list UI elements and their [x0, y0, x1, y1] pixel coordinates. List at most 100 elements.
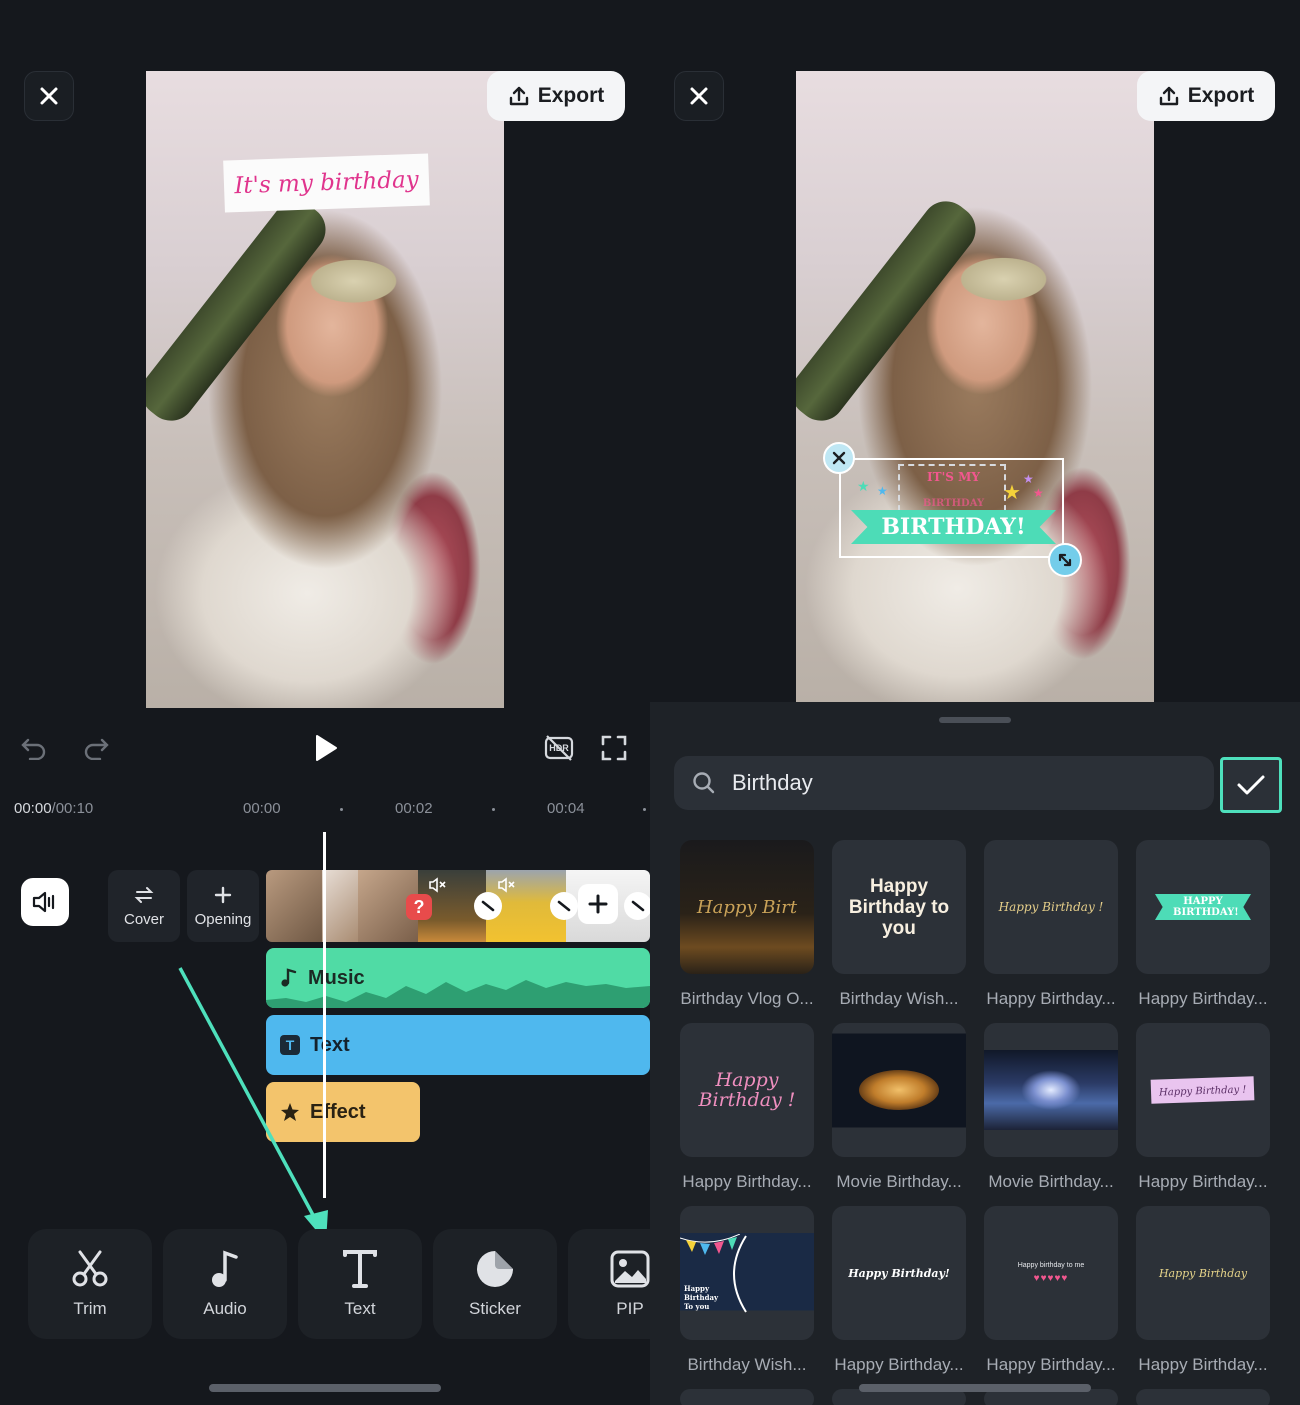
confirm-button[interactable]: [1220, 757, 1282, 813]
upload-icon: [1159, 86, 1178, 106]
star-icon: ★: [1023, 472, 1034, 486]
fullscreen-button[interactable]: [597, 731, 631, 765]
template-label: Happy Birthday...: [1138, 1355, 1268, 1374]
template-card[interactable]: Happy Birt: [680, 840, 814, 974]
time-readout: 00:00/00:10: [14, 800, 93, 817]
sticker-delete-button[interactable]: [823, 442, 855, 474]
fullscreen-icon: [601, 735, 627, 761]
template-card[interactable]: Happy Birthday !: [1136, 1023, 1270, 1157]
muted-clip-icon: [497, 876, 517, 894]
hearts-graphic: ♥♥♥♥♥: [1033, 1273, 1069, 1284]
home-indicator: [209, 1384, 441, 1392]
transition-button[interactable]: [624, 892, 650, 920]
cover-label: Cover: [123, 910, 164, 928]
transition-icon: [631, 900, 645, 912]
template-card[interactable]: Happy birthday to me ♥♥♥♥♥: [984, 1206, 1118, 1340]
play-button[interactable]: [310, 732, 342, 764]
template-preview-text: Happy Birthday !: [1159, 1084, 1247, 1099]
transition-icon: [557, 900, 571, 912]
current-time: 00:00: [14, 800, 52, 817]
template-card[interactable]: Happy Birthday!: [832, 1206, 966, 1340]
search-bar[interactable]: Birthday: [674, 756, 1214, 810]
template-preview-text: Happy Birthday: [1158, 1266, 1248, 1280]
tick-dot: [492, 808, 495, 811]
text-overlay[interactable]: It's my birthday: [223, 153, 430, 213]
template-label: Birthday Wish...: [687, 1355, 807, 1374]
question-badge[interactable]: ?: [406, 894, 432, 920]
export-button[interactable]: Export: [1137, 71, 1275, 121]
template-thumbnail: [1021, 1070, 1081, 1110]
plus-icon: [214, 886, 232, 903]
sticker-tool[interactable]: Sticker: [433, 1229, 557, 1339]
sticker-label: Sticker: [469, 1299, 521, 1318]
transition-button[interactable]: [474, 892, 502, 920]
template-card[interactable]: Happy Birthday To you: [680, 1206, 814, 1340]
audio-tool[interactable]: Audio: [163, 1229, 287, 1339]
template-label: Birthday Wish...: [839, 989, 959, 1008]
mute-button[interactable]: [21, 878, 69, 926]
star-icon: ★: [877, 484, 888, 498]
template-preview-text: Happy Birt: [696, 896, 798, 918]
cover-button[interactable]: Cover: [108, 870, 180, 942]
hdr-toggle[interactable]: HDR: [541, 730, 577, 766]
template-card[interactable]: [984, 1023, 1118, 1157]
arc-graphic: [733, 1235, 747, 1313]
pip-label: PIP: [616, 1299, 644, 1318]
play-icon: [316, 735, 337, 761]
redo-button[interactable]: [80, 732, 112, 764]
trim-tool[interactable]: Trim: [28, 1229, 152, 1339]
export-label: Export: [1187, 84, 1255, 107]
template-card[interactable]: Happy Birthday !: [680, 1023, 814, 1157]
template-card[interactable]: [680, 1389, 814, 1405]
template-label: Happy Birthday...: [1138, 989, 1268, 1008]
star-icon: ★: [1033, 486, 1044, 500]
template-label: Movie Birthday...: [988, 1172, 1114, 1191]
search-input[interactable]: Birthday: [732, 770, 813, 796]
template-card[interactable]: Happy Birthday !: [984, 840, 1118, 974]
video-preview[interactable]: IT'S MY BIRTHDAY BIRTHDAY! ★ ★ ★ ★ ★: [796, 71, 1154, 702]
clip-thumbnail[interactable]: [322, 870, 358, 942]
template-label: Happy Birthday...: [834, 1355, 964, 1374]
home-indicator: [859, 1384, 1091, 1392]
swap-icon: [134, 886, 154, 903]
star-icon: ★: [857, 478, 870, 494]
tick-label: 00:02: [395, 800, 433, 817]
text-label: Text: [344, 1299, 376, 1318]
template-preview-text: Happy Birthday !: [998, 900, 1104, 914]
undo-icon: [21, 738, 46, 760]
video-preview[interactable]: It's my birthday: [146, 71, 504, 708]
transition-button[interactable]: [550, 892, 578, 920]
sticker-selection-box[interactable]: IT'S MY BIRTHDAY BIRTHDAY! ★ ★ ★ ★ ★: [839, 458, 1064, 558]
template-card[interactable]: [1136, 1389, 1270, 1405]
template-card[interactable]: [832, 1023, 966, 1157]
annotation-arrow: [178, 967, 328, 1242]
pip-tool[interactable]: PIP: [568, 1229, 650, 1339]
close-icon: [40, 87, 58, 105]
close-button[interactable]: [24, 71, 74, 121]
text-tool[interactable]: Text: [298, 1229, 422, 1339]
export-button[interactable]: Export: [487, 71, 625, 121]
star-icon: ★: [1003, 482, 1021, 504]
template-ribbon: HAPPY BIRTHDAY!: [1155, 894, 1251, 920]
template-card[interactable]: Happy Birthday to you: [832, 840, 966, 974]
template-preview-text: Happy birthday to me: [1017, 1262, 1085, 1269]
resize-icon: [1058, 553, 1072, 567]
sheet-grabber[interactable]: [939, 717, 1011, 723]
clip-thumbnail[interactable]: [266, 870, 322, 942]
text-icon: [343, 1250, 377, 1288]
template-label: Movie Birthday...: [836, 1172, 962, 1191]
muted-clip-icon: [428, 876, 448, 894]
sticker-icon: [477, 1251, 513, 1287]
opening-button[interactable]: Opening: [187, 870, 259, 942]
speaker-icon: [32, 891, 55, 913]
close-button[interactable]: [674, 71, 724, 121]
undo-button[interactable]: [18, 732, 50, 764]
sticker-resize-handle[interactable]: [1048, 543, 1082, 577]
template-card[interactable]: Happy Birthday: [1136, 1206, 1270, 1340]
opening-label: Opening: [194, 910, 252, 928]
add-clip-button[interactable]: [578, 884, 618, 924]
template-card[interactable]: HAPPY BIRTHDAY!: [1136, 840, 1270, 974]
plus-icon: [588, 894, 608, 914]
template-label: Happy Birthday...: [1138, 1172, 1268, 1191]
sticker-big-text: BIRTHDAY!: [881, 514, 1026, 540]
